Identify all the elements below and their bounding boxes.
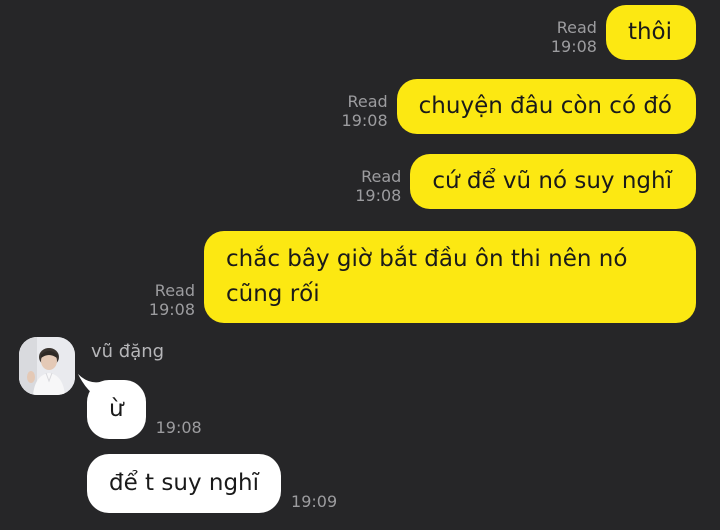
message-time: 19:08 [155,418,202,437]
message-meta: Read 19:08 [149,281,195,319]
outgoing-message-row: Read 19:08 chuyện đâu còn có đó [342,79,696,134]
incoming-message-bubble[interactable]: ừ [78,374,146,439]
avatar[interactable] [19,337,75,395]
message-time: 19:09 [291,492,338,511]
outgoing-message-bubble[interactable]: chắc bây giờ bắt đầu ôn thi nên nó cũng … [204,231,696,323]
message-text: ừ [109,396,124,422]
message-text: để t suy nghĩ [109,470,260,496]
read-receipt: Read [556,17,597,37]
outgoing-message-row: Read 19:08 chắc bây giờ bắt đầu ôn thi n… [149,231,696,323]
chat-screen: Read 19:08 thôi Read 19:08 chuyện đâu cò… [0,0,720,530]
message-meta: Read 19:08 [551,18,597,56]
outgoing-message-row: Read 19:08 cứ để vũ nó suy nghĩ [355,154,696,209]
message-meta: Read 19:08 [355,167,401,205]
bubble-tail-icon [78,374,100,396]
read-receipt: Read [347,91,388,111]
outgoing-message-bubble[interactable]: chuyện đâu còn có đó [396,79,696,134]
message-time: 19:08 [355,185,402,205]
outgoing-message-row: Read 19:08 thôi [551,5,696,60]
outgoing-message-bubble[interactable]: cứ để vũ nó suy nghĩ [410,154,696,209]
read-receipt: Read [154,280,195,300]
message-time: 19:08 [341,110,388,130]
read-receipt: Read [361,166,402,186]
incoming-message-bubble[interactable]: để t suy nghĩ [87,454,282,513]
sender-name: vũ đặng [91,341,165,362]
incoming-message-row: để t suy nghĩ 19:09 [87,454,337,513]
message-time: 19:08 [148,299,195,319]
outgoing-message-bubble[interactable]: thôi [605,5,696,60]
profile-photo-icon [19,337,75,395]
incoming-message-row: ừ 19:08 [78,374,202,439]
message-meta: Read 19:08 [342,92,388,130]
message-time: 19:08 [550,36,597,56]
